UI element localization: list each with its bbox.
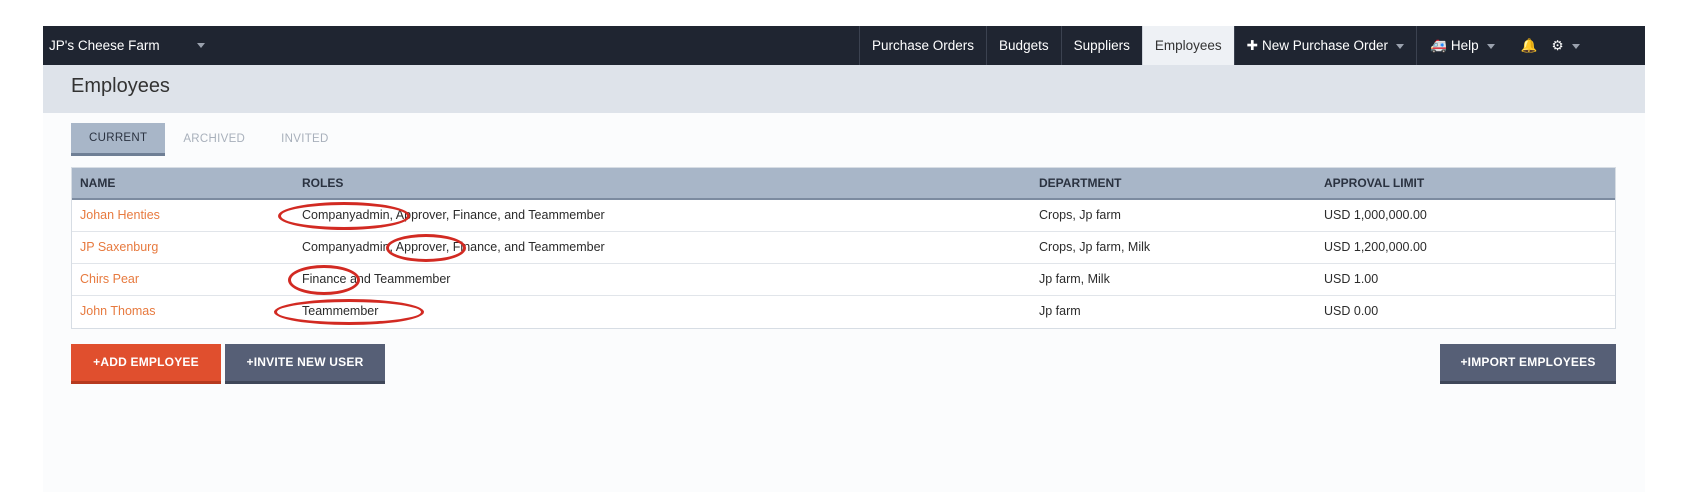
nav-employees[interactable]: Employees <box>1141 26 1234 65</box>
employee-approval-limit: USD 0.00 <box>1324 304 1379 318</box>
employee-approval-limit: USD 1,000,000.00 <box>1324 208 1427 222</box>
employee-department: Crops, Jp farm <box>1039 208 1121 222</box>
settings-menu[interactable]: ⚙ <box>1543 26 1589 65</box>
nav-suppliers[interactable]: Suppliers <box>1060 26 1142 65</box>
plus-icon: ✚ <box>1246 38 1258 53</box>
employee-approval-limit: USD 1.00 <box>1324 272 1379 286</box>
table-row: JP Saxenburg Companyadmin, Approver, Fin… <box>72 232 1615 264</box>
top-navbar: JP's Cheese Farm Purchase Orders Budgets… <box>43 26 1645 65</box>
employee-approval-limit: USD 1,200,000.00 <box>1324 240 1427 254</box>
company-switcher[interactable]: JP's Cheese Farm <box>49 26 209 65</box>
bell-icon: 🔔 <box>1520 38 1538 53</box>
help-menu[interactable]: 🚑 Help <box>1416 26 1507 65</box>
nav-purchase-orders[interactable]: Purchase Orders <box>859 26 986 65</box>
employee-name-link[interactable]: Chirs Pear <box>80 272 139 286</box>
plus-icon: + <box>246 355 254 369</box>
invite-new-user-button[interactable]: +INVITE NEW USER <box>225 344 385 384</box>
employee-roles: Finance and Teammember <box>302 272 451 286</box>
plus-icon: + <box>1460 355 1468 369</box>
chevron-down-icon <box>1396 43 1405 49</box>
table-row: Chirs Pear Finance and Teammember Jp far… <box>72 264 1615 296</box>
app-window: JP's Cheese Farm Purchase Orders Budgets… <box>43 26 1645 492</box>
column-header-department[interactable]: DEPARTMENT <box>1029 168 1314 198</box>
help-label: Help <box>1450 38 1479 53</box>
chevron-down-icon <box>197 43 205 48</box>
employee-department: Jp farm <box>1039 304 1081 318</box>
tab-current[interactable]: CURRENT <box>71 123 166 156</box>
page-title: Employees <box>71 75 170 97</box>
column-header-approval-limit[interactable]: APPROVAL LIMIT <box>1314 168 1615 198</box>
import-employees-button[interactable]: +IMPORT EMPLOYEES <box>1440 344 1616 384</box>
employee-name-link[interactable]: JP Saxenburg <box>80 240 158 254</box>
tab-archived[interactable]: ARCHIVED <box>165 123 263 156</box>
employees-table: NAME ROLES DEPARTMENT APPROVAL LIMIT Joh… <box>71 167 1616 329</box>
add-employee-button[interactable]: +ADD EMPLOYEE <box>71 344 221 384</box>
main-nav: Purchase Orders Budgets Suppliers Employ… <box>859 26 1590 65</box>
column-header-name[interactable]: NAME <box>72 168 292 198</box>
table-row: Johan Henties Companyadmin, Approver, Fi… <box>72 200 1615 232</box>
new-purchase-order-label: New Purchase Order <box>1261 38 1389 53</box>
nav-budgets[interactable]: Budgets <box>986 26 1061 65</box>
employee-tabs: CURRENT ARCHIVED INVITED <box>71 123 347 156</box>
company-name: JP's Cheese Farm <box>49 38 160 53</box>
employee-roles: Companyadmin, Approver, Finance, and Tea… <box>302 240 605 254</box>
gear-icon: ⚙ <box>1551 38 1564 53</box>
employee-name-link[interactable]: John Thomas <box>80 304 156 318</box>
employee-department: Jp farm, Milk <box>1039 272 1110 286</box>
table-row: John Thomas Teammember Jp farm USD 0.00 <box>72 296 1615 328</box>
new-purchase-order-menu[interactable]: ✚ New Purchase Order <box>1233 26 1416 65</box>
page-header: Employees <box>43 65 1645 113</box>
tab-invited[interactable]: INVITED <box>263 123 346 156</box>
ambulance-icon: 🚑 <box>1430 38 1447 53</box>
notifications-button[interactable]: 🔔 <box>1507 26 1544 65</box>
chevron-down-icon <box>1571 43 1580 49</box>
table-header: NAME ROLES DEPARTMENT APPROVAL LIMIT <box>72 168 1615 200</box>
column-header-roles[interactable]: ROLES <box>292 168 1029 198</box>
chevron-down-icon <box>1486 43 1495 49</box>
employee-department: Crops, Jp farm, Milk <box>1039 240 1151 254</box>
employee-roles: Teammember <box>302 304 379 318</box>
employee-roles: Companyadmin, Approver, Finance, and Tea… <box>302 208 605 222</box>
employee-name-link[interactable]: Johan Henties <box>80 208 160 222</box>
